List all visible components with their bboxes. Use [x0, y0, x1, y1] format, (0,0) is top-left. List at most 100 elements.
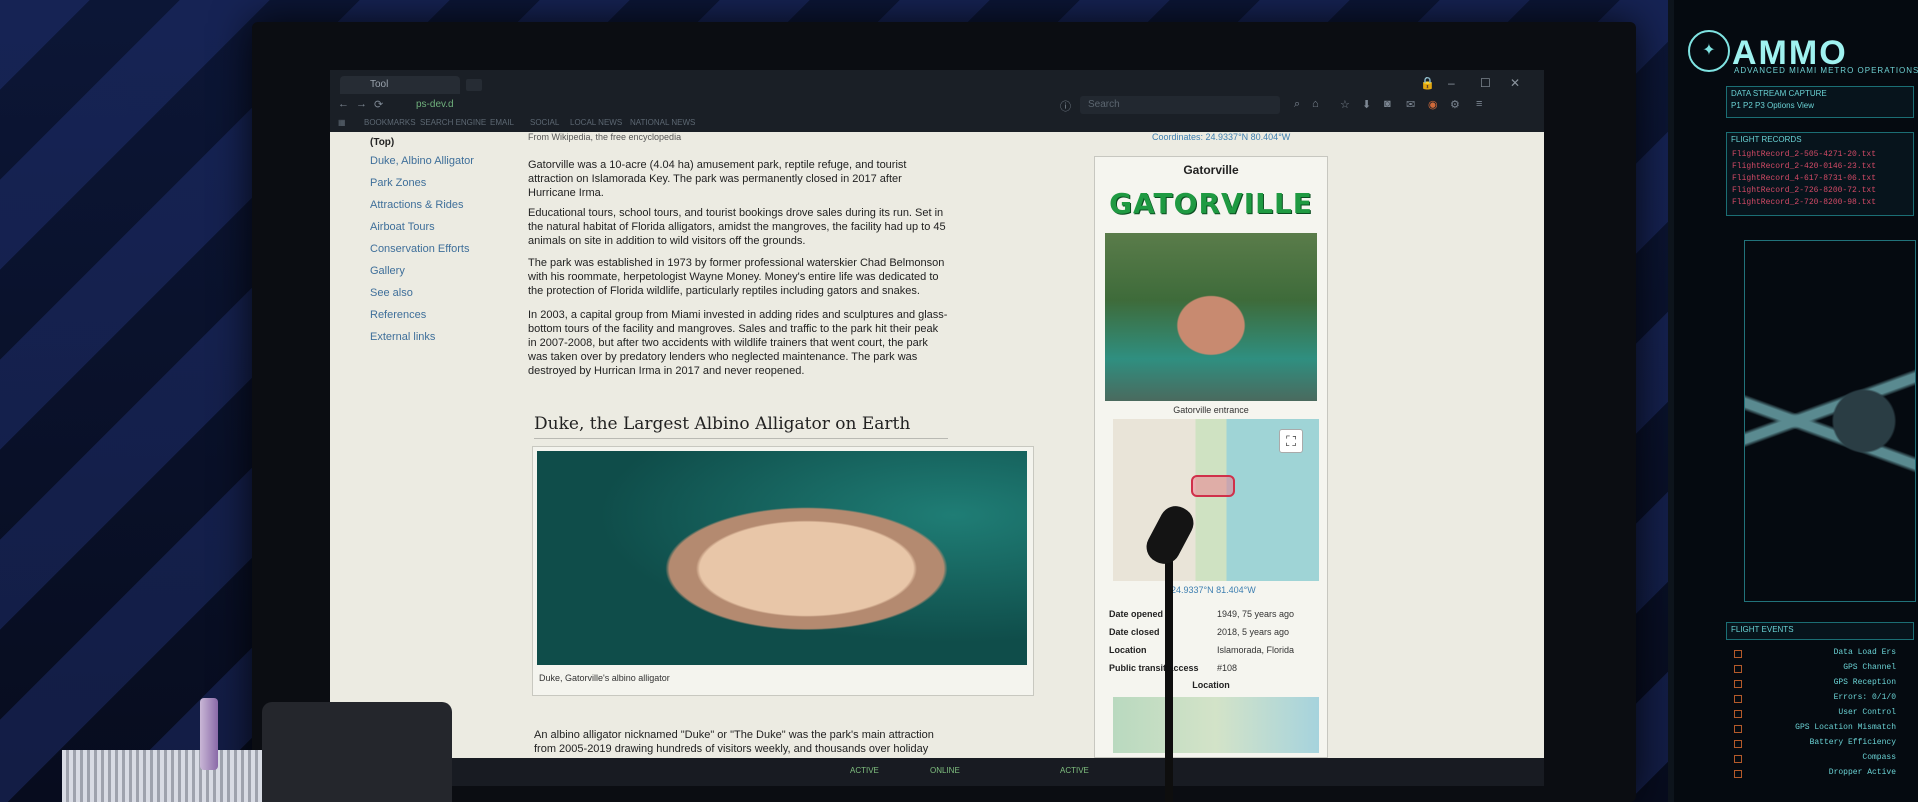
rss-icon[interactable]: ◉: [1428, 98, 1438, 111]
event-row[interactable]: GPS Reception: [1734, 678, 1916, 693]
map-marker-icon: [1191, 475, 1235, 497]
bookmark-item[interactable]: SEARCH ENGINE: [420, 118, 486, 127]
toc-item[interactable]: Duke, Albino Alligator: [370, 150, 510, 172]
albino-alligator-image[interactable]: [537, 451, 1027, 665]
browser-screen: Tool 🔒 – ☐ ✕ ← → ⟳ ps-dev.d ⓘ Search ⌕ ⌂…: [330, 70, 1544, 786]
figure-caption: Duke, Gatorville's albino alligator: [539, 673, 670, 683]
flight-events-panel: FLIGHT EVENTS: [1726, 622, 1914, 640]
event-label: Errors: 0/1/0: [1833, 693, 1896, 702]
event-row[interactable]: Battery Efficiency: [1734, 738, 1916, 753]
coordinates[interactable]: Coordinates: 24.9337°N 80.404°W: [1152, 132, 1290, 142]
event-row[interactable]: User Control: [1734, 708, 1916, 723]
gear-icon[interactable]: ⚙: [1450, 98, 1460, 111]
infobox-row: Public transit access #108: [1109, 663, 1319, 677]
panel-label: DATA STREAM CAPTURE: [1731, 89, 1827, 98]
menu-icon[interactable]: ≡: [1476, 98, 1482, 110]
event-row[interactable]: GPS Location Mismatch: [1734, 723, 1916, 738]
event-row[interactable]: Data Load Ers: [1734, 648, 1916, 663]
star-icon[interactable]: ☆: [1340, 98, 1350, 111]
row-value: 2018, 5 years ago: [1217, 627, 1290, 637]
event-row[interactable]: Errors: 0/1/0: [1734, 693, 1916, 708]
new-tab-button[interactable]: [466, 79, 482, 91]
event-row[interactable]: Dropper Active: [1734, 768, 1916, 783]
toc-item[interactable]: Conservation Efforts: [370, 238, 510, 260]
panel-label: FLIGHT RECORDS: [1731, 135, 1802, 144]
infobox: Gatorville GATORVILLE Gatorville entranc…: [1094, 156, 1328, 758]
search-input[interactable]: Search: [1080, 96, 1280, 114]
event-label: GPS Reception: [1833, 678, 1896, 687]
bookmark-item[interactable]: SOCIAL: [530, 118, 559, 127]
row-key: Date opened: [1109, 609, 1164, 619]
mail-icon[interactable]: ✉: [1406, 98, 1415, 111]
record-file[interactable]: FlightRecord_2-505-4271-20.txt: [1732, 150, 1876, 159]
event-row[interactable]: Compass: [1734, 753, 1916, 768]
paragraph: An albino alligator nicknamed "Duke" or …: [534, 729, 950, 758]
bookmark-item[interactable]: LOCAL NEWS: [570, 118, 622, 127]
paragraph: Educational tours, school tours, and tou…: [528, 207, 946, 247]
pocket-icon[interactable]: ◙: [1384, 98, 1391, 110]
maximize-icon[interactable]: ☐: [1480, 76, 1491, 90]
drone-schematic: [1744, 240, 1916, 602]
toc-item[interactable]: References: [370, 304, 510, 326]
paragraph: Gatorville was a 10-acre (4.04 ha) amuse…: [528, 159, 907, 199]
status-badge: ACTIVE: [850, 766, 879, 775]
minimize-icon[interactable]: –: [1448, 76, 1455, 90]
bookmarks-bar: ▦ BOOKMARKS SEARCH ENGINE EMAIL SOCIAL L…: [330, 118, 1544, 132]
toc-item[interactable]: Airboat Tours: [370, 216, 510, 238]
event-label: User Control: [1838, 708, 1896, 717]
lock-icon: 🔒: [1420, 76, 1435, 90]
event-label: Battery Efficiency: [1809, 738, 1896, 747]
toc-item[interactable]: External links: [370, 326, 510, 348]
brand-subtitle: ADVANCED MIAMI METRO OPERATIONS: [1734, 66, 1918, 75]
paragraph: The park was established in 1973 by form…: [528, 257, 945, 297]
toc-item[interactable]: See also: [370, 282, 510, 304]
expand-map-icon[interactable]: ⛶: [1279, 429, 1303, 453]
paragraph: In 2003, a capital group from Miami inve…: [528, 309, 948, 377]
back-icon[interactable]: ←: [338, 98, 349, 110]
bookmark-item[interactable]: EMAIL: [490, 118, 514, 127]
right-monitor: ✦ AMMO ADVANCED MIAMI METRO OPERATIONS D…: [1668, 0, 1918, 802]
record-file[interactable]: FlightRecord_2-720-8200-98.txt: [1732, 198, 1876, 207]
url-bar[interactable]: ps-dev.d: [416, 96, 976, 114]
toc-item[interactable]: Park Zones: [370, 172, 510, 194]
event-label: Dropper Active: [1828, 768, 1896, 777]
row-value-link[interactable]: Islamorada, Florida: [1217, 645, 1294, 655]
toc-top[interactable]: (Top): [370, 136, 510, 150]
browser-tab[interactable]: Tool: [340, 76, 460, 94]
entrance-image[interactable]: [1105, 233, 1317, 401]
taskbar: ACTIVE ONLINE ACTIVE: [330, 758, 1544, 786]
section-heading: Duke, the Largest Albino Alligator on Ea…: [534, 414, 948, 439]
table-of-contents: (Top) Duke, Albino Alligator Park Zones …: [370, 136, 510, 348]
map-coordinates[interactable]: 24.9337°N 81.404°W: [1171, 585, 1256, 595]
record-file[interactable]: FlightRecord_4-617-8731-06.txt: [1732, 174, 1876, 183]
panel-label: FLIGHT EVENTS: [1731, 625, 1794, 634]
search-icon[interactable]: ⌕: [1294, 98, 1300, 111]
event-row[interactable]: GPS Channel: [1734, 663, 1916, 678]
record-file[interactable]: FlightRecord_2-726-8200-72.txt: [1732, 186, 1876, 195]
coffee-cup: [262, 702, 452, 802]
reload-icon[interactable]: ⟳: [374, 98, 383, 111]
infobox-title: Gatorville: [1183, 163, 1239, 177]
bookmark-item[interactable]: BOOKMARKS: [364, 118, 416, 127]
data-stream-panel: DATA STREAM CAPTURE P1 P2 P3 Options Vie…: [1726, 86, 1914, 118]
panel-tabs[interactable]: P1 P2 P3 Options View: [1731, 101, 1814, 110]
gatorville-logo: GATORVILLE: [1109, 187, 1313, 220]
record-file[interactable]: FlightRecord_2-420-0146-23.txt: [1732, 162, 1876, 171]
home-icon[interactable]: ⌂: [1312, 98, 1319, 110]
row-key: Location: [1109, 645, 1147, 655]
desk-basket: [62, 750, 294, 802]
wiki-page: (Top) Duke, Albino Alligator Park Zones …: [330, 132, 1544, 758]
info-icon[interactable]: ⓘ: [1060, 98, 1071, 114]
location-map-small[interactable]: [1113, 697, 1319, 753]
status-badge: ONLINE: [930, 766, 960, 775]
download-icon[interactable]: ⬇: [1362, 98, 1371, 111]
bookmark-item[interactable]: NATIONAL NEWS: [630, 118, 695, 127]
event-label: GPS Location Mismatch: [1795, 723, 1896, 732]
toc-item[interactable]: Attractions & Rides: [370, 194, 510, 216]
toc-item[interactable]: Gallery: [370, 260, 510, 282]
entrance-caption: Gatorville entrance: [1173, 405, 1249, 415]
apps-icon[interactable]: ▦: [338, 118, 346, 127]
event-label: Compass: [1862, 753, 1896, 762]
close-icon[interactable]: ✕: [1510, 76, 1520, 90]
forward-icon[interactable]: →: [356, 98, 367, 110]
